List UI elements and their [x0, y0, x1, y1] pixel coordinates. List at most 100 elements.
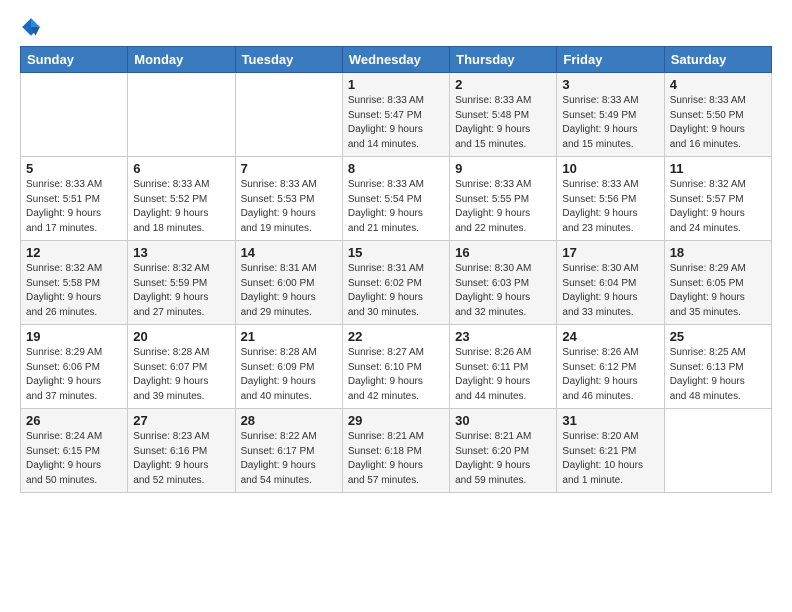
- day-info: Sunrise: 8:33 AM Sunset: 5:51 PM Dayligh…: [26, 178, 122, 236]
- day-info: Sunrise: 8:29 AM Sunset: 6:05 PM Dayligh…: [670, 262, 766, 320]
- day-cell: 14 Sunrise: 8:31 AM Sunset: 6:00 PM Dayli…: [235, 241, 342, 325]
- day-number: 2: [455, 77, 551, 92]
- day-number: 23: [455, 329, 551, 344]
- day-info: Sunrise: 8:26 AM Sunset: 6:12 PM Dayligh…: [562, 346, 658, 404]
- day-cell: 22 Sunrise: 8:27 AM Sunset: 6:10 PM Dayli…: [342, 325, 449, 409]
- day-number: 1: [348, 77, 444, 92]
- week-row-4: 26 Sunrise: 8:24 AM Sunset: 6:15 PM Dayli…: [21, 409, 772, 493]
- day-cell: 5 Sunrise: 8:33 AM Sunset: 5:51 PM Daylig…: [21, 157, 128, 241]
- day-info: Sunrise: 8:27 AM Sunset: 6:10 PM Dayligh…: [348, 346, 444, 404]
- day-cell: 20 Sunrise: 8:28 AM Sunset: 6:07 PM Dayli…: [128, 325, 235, 409]
- day-cell: [128, 73, 235, 157]
- calendar-table: SundayMondayTuesdayWednesdayThursdayFrid…: [20, 46, 772, 493]
- day-number: 30: [455, 413, 551, 428]
- day-number: 15: [348, 245, 444, 260]
- day-cell: 28Sunrise: 8:22 AM Sunset: 6:17 PM Dayli…: [235, 409, 342, 493]
- day-number: 22: [348, 329, 444, 344]
- day-cell: 6 Sunrise: 8:33 AM Sunset: 5:52 PM Daylig…: [128, 157, 235, 241]
- week-row-1: 5 Sunrise: 8:33 AM Sunset: 5:51 PM Daylig…: [21, 157, 772, 241]
- day-cell: 11 Sunrise: 8:32 AM Sunset: 5:57 PM Dayli…: [664, 157, 771, 241]
- header-cell-sunday: Sunday: [21, 47, 128, 73]
- day-info: Sunrise: 8:24 AM Sunset: 6:15 PM Dayligh…: [26, 430, 122, 488]
- day-info: Sunrise: 8:28 AM Sunset: 6:07 PM Dayligh…: [133, 346, 229, 404]
- day-number: 21: [241, 329, 337, 344]
- logo-icon: [20, 16, 42, 38]
- week-row-0: 1Sunrise: 8:33 AM Sunset: 5:47 PM Daylig…: [21, 73, 772, 157]
- day-cell: 12Sunrise: 8:32 AM Sunset: 5:58 PM Dayli…: [21, 241, 128, 325]
- day-info: Sunrise: 8:29 AM Sunset: 6:06 PM Dayligh…: [26, 346, 122, 404]
- day-info: Sunrise: 8:32 AM Sunset: 5:59 PM Dayligh…: [133, 262, 229, 320]
- day-number: 24: [562, 329, 658, 344]
- day-number: 16: [455, 245, 551, 260]
- day-info: Sunrise: 8:31 AM Sunset: 6:02 PM Dayligh…: [348, 262, 444, 320]
- day-cell: 2 Sunrise: 8:33 AM Sunset: 5:48 PM Daylig…: [450, 73, 557, 157]
- header-cell-wednesday: Wednesday: [342, 47, 449, 73]
- day-info: Sunrise: 8:21 AM Sunset: 6:20 PM Dayligh…: [455, 430, 551, 488]
- day-number: 5: [26, 161, 122, 176]
- day-cell: 25Sunrise: 8:25 AM Sunset: 6:13 PM Dayli…: [664, 325, 771, 409]
- day-number: 9: [455, 161, 551, 176]
- header-row: SundayMondayTuesdayWednesdayThursdayFrid…: [21, 47, 772, 73]
- day-cell: [664, 409, 771, 493]
- day-cell: 30 Sunrise: 8:21 AM Sunset: 6:20 PM Dayli…: [450, 409, 557, 493]
- day-info: Sunrise: 8:26 AM Sunset: 6:11 PM Dayligh…: [455, 346, 551, 404]
- day-number: 6: [133, 161, 229, 176]
- day-number: 31: [562, 413, 658, 428]
- day-info: Sunrise: 8:33 AM Sunset: 5:54 PM Dayligh…: [348, 178, 444, 236]
- day-number: 27: [133, 413, 229, 428]
- day-cell: 29Sunrise: 8:21 AM Sunset: 6:18 PM Dayli…: [342, 409, 449, 493]
- day-cell: 19 Sunrise: 8:29 AM Sunset: 6:06 PM Dayli…: [21, 325, 128, 409]
- day-number: 19: [26, 329, 122, 344]
- day-info: Sunrise: 8:32 AM Sunset: 5:57 PM Dayligh…: [670, 178, 766, 236]
- day-cell: 27 Sunrise: 8:23 AM Sunset: 6:16 PM Dayli…: [128, 409, 235, 493]
- day-number: 28: [241, 413, 337, 428]
- day-number: 26: [26, 413, 122, 428]
- day-cell: 7Sunrise: 8:33 AM Sunset: 5:53 PM Daylig…: [235, 157, 342, 241]
- week-row-2: 12Sunrise: 8:32 AM Sunset: 5:58 PM Dayli…: [21, 241, 772, 325]
- day-number: 17: [562, 245, 658, 260]
- day-cell: 8 Sunrise: 8:33 AM Sunset: 5:54 PM Daylig…: [342, 157, 449, 241]
- day-number: 18: [670, 245, 766, 260]
- header-cell-saturday: Saturday: [664, 47, 771, 73]
- day-info: Sunrise: 8:33 AM Sunset: 5:49 PM Dayligh…: [562, 94, 658, 152]
- day-info: Sunrise: 8:31 AM Sunset: 6:00 PM Dayligh…: [241, 262, 337, 320]
- day-info: Sunrise: 8:33 AM Sunset: 5:50 PM Dayligh…: [670, 94, 766, 152]
- day-number: 7: [241, 161, 337, 176]
- day-info: Sunrise: 8:33 AM Sunset: 5:56 PM Dayligh…: [562, 178, 658, 236]
- day-cell: 18 Sunrise: 8:29 AM Sunset: 6:05 PM Dayli…: [664, 241, 771, 325]
- header-cell-monday: Monday: [128, 47, 235, 73]
- day-info: Sunrise: 8:23 AM Sunset: 6:16 PM Dayligh…: [133, 430, 229, 488]
- day-cell: 15 Sunrise: 8:31 AM Sunset: 6:02 PM Dayli…: [342, 241, 449, 325]
- day-number: 4: [670, 77, 766, 92]
- day-cell: 17 Sunrise: 8:30 AM Sunset: 6:04 PM Dayli…: [557, 241, 664, 325]
- day-number: 20: [133, 329, 229, 344]
- day-cell: 1Sunrise: 8:33 AM Sunset: 5:47 PM Daylig…: [342, 73, 449, 157]
- day-info: Sunrise: 8:33 AM Sunset: 5:52 PM Dayligh…: [133, 178, 229, 236]
- day-number: 3: [562, 77, 658, 92]
- day-number: 10: [562, 161, 658, 176]
- day-number: 25: [670, 329, 766, 344]
- day-cell: 16Sunrise: 8:30 AM Sunset: 6:03 PM Dayli…: [450, 241, 557, 325]
- day-info: Sunrise: 8:33 AM Sunset: 5:48 PM Dayligh…: [455, 94, 551, 152]
- day-info: Sunrise: 8:20 AM Sunset: 6:21 PM Dayligh…: [562, 430, 658, 488]
- day-cell: 4 Sunrise: 8:33 AM Sunset: 5:50 PM Daylig…: [664, 73, 771, 157]
- day-cell: 26 Sunrise: 8:24 AM Sunset: 6:15 PM Dayli…: [21, 409, 128, 493]
- day-number: 12: [26, 245, 122, 260]
- day-info: Sunrise: 8:33 AM Sunset: 5:55 PM Dayligh…: [455, 178, 551, 236]
- day-cell: [235, 73, 342, 157]
- day-cell: 9 Sunrise: 8:33 AM Sunset: 5:55 PM Daylig…: [450, 157, 557, 241]
- day-number: 11: [670, 161, 766, 176]
- day-number: 8: [348, 161, 444, 176]
- day-cell: 31 Sunrise: 8:20 AM Sunset: 6:21 PM Dayli…: [557, 409, 664, 493]
- day-info: Sunrise: 8:30 AM Sunset: 6:04 PM Dayligh…: [562, 262, 658, 320]
- header-cell-tuesday: Tuesday: [235, 47, 342, 73]
- day-cell: [21, 73, 128, 157]
- day-cell: 24 Sunrise: 8:26 AM Sunset: 6:12 PM Dayli…: [557, 325, 664, 409]
- day-cell: 13Sunrise: 8:32 AM Sunset: 5:59 PM Dayli…: [128, 241, 235, 325]
- day-info: Sunrise: 8:21 AM Sunset: 6:18 PM Dayligh…: [348, 430, 444, 488]
- day-cell: 23 Sunrise: 8:26 AM Sunset: 6:11 PM Dayli…: [450, 325, 557, 409]
- day-number: 14: [241, 245, 337, 260]
- header-cell-friday: Friday: [557, 47, 664, 73]
- logo: [20, 16, 46, 38]
- day-info: Sunrise: 8:28 AM Sunset: 6:09 PM Dayligh…: [241, 346, 337, 404]
